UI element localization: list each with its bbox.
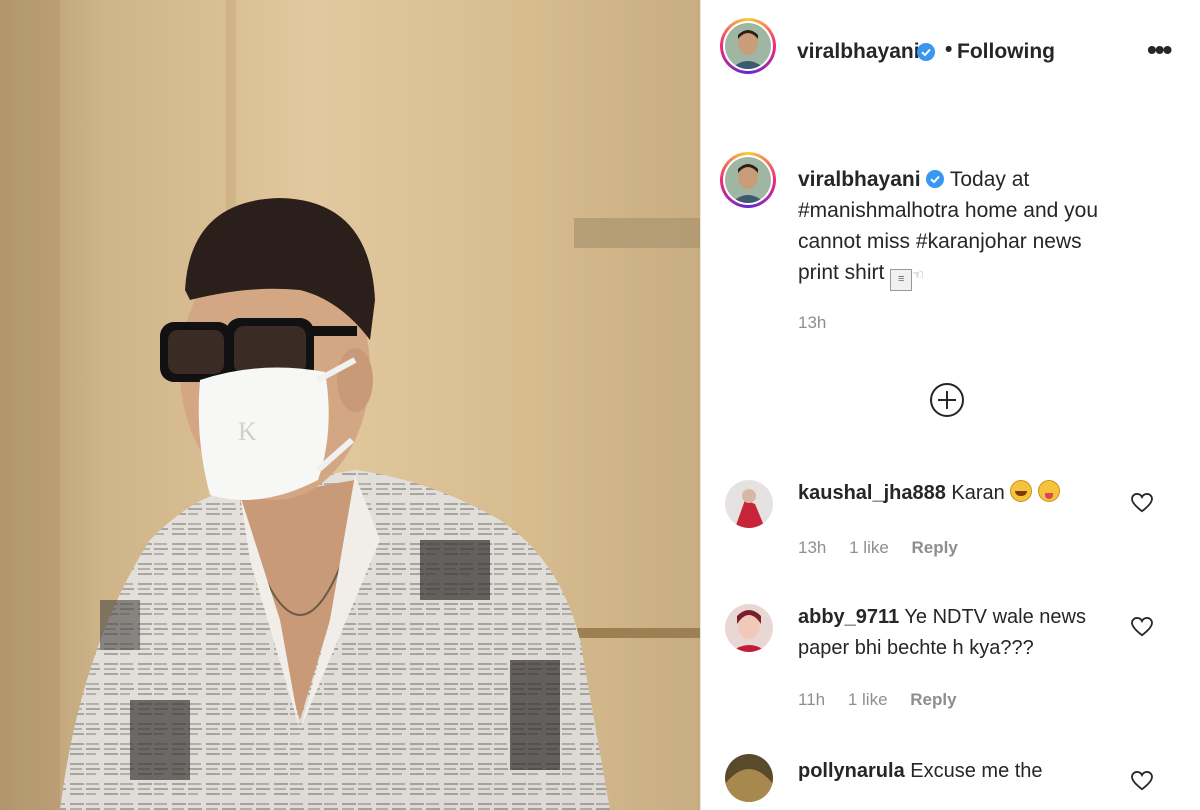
like-heart-icon[interactable] xyxy=(1131,493,1153,513)
author-avatar[interactable] xyxy=(720,18,776,74)
comment-item: abby_9711 Ye NDTV wale news paper bhi be… xyxy=(701,600,1200,720)
plus-circle-icon xyxy=(930,383,964,417)
commenter-username[interactable]: kaushal_jha888 xyxy=(798,482,946,504)
load-more-comments-button[interactable] xyxy=(929,382,965,423)
commenter-avatar[interactable] xyxy=(725,604,773,652)
verified-badge-icon xyxy=(917,43,935,61)
author-username[interactable]: viralbhayani xyxy=(797,40,920,64)
commenter-avatar[interactable] xyxy=(725,480,773,528)
comment-item: kaushal_jha888 Karan 13h 1 like Reply xyxy=(701,476,1200,576)
comment-timestamp: 11h xyxy=(798,690,826,709)
newspaper-emoji-icon: ≡ xyxy=(890,269,913,291)
reply-button[interactable]: Reply xyxy=(912,538,958,557)
separator-dot: • xyxy=(945,38,953,61)
post-caption: viralbhayani Today at #manishmalhotra ho… xyxy=(798,164,1128,291)
commenter-username[interactable]: abby_9711 xyxy=(798,606,899,628)
comment-text: abby_9711 Ye NDTV wale news paper bhi be… xyxy=(798,606,1086,659)
like-heart-icon[interactable] xyxy=(1131,771,1153,791)
comment-text: pollynarula Excuse me the xyxy=(798,760,1043,782)
pointing-hand-emoji-icon: ☜ xyxy=(912,267,924,282)
comment-meta: 11h 1 like Reply xyxy=(798,690,975,710)
svg-text:K: K xyxy=(238,417,257,446)
post-side-panel: viralbhayani • Following ••• viralbhayan… xyxy=(700,0,1200,810)
reply-button[interactable]: Reply xyxy=(910,690,956,709)
post-photo-illustration: K xyxy=(0,0,700,810)
instagram-post-view: K viralbhayani • Following ••• viralbhay… xyxy=(0,0,1200,810)
commenter-username[interactable]: pollynarula xyxy=(798,760,905,782)
more-options-icon[interactable]: ••• xyxy=(1147,34,1172,66)
commenter-avatar[interactable] xyxy=(725,754,773,802)
caption-author-avatar[interactable] xyxy=(720,152,776,208)
post-photo[interactable]: K xyxy=(0,0,700,810)
verified-badge-icon xyxy=(926,170,945,188)
comment-like-count[interactable]: 1 like xyxy=(848,690,888,709)
caption-timestamp: 13h xyxy=(798,313,827,332)
caption-text: Today at xyxy=(944,168,1030,191)
tongue-out-emoji-icon xyxy=(1037,480,1060,502)
comment-like-count[interactable]: 1 like xyxy=(849,538,889,557)
like-heart-icon[interactable] xyxy=(1131,617,1153,637)
hashtag-link[interactable]: #karanjohar xyxy=(916,230,1027,253)
comment-timestamp: 13h xyxy=(798,538,827,557)
hashtag-link[interactable]: #manishmalhotra xyxy=(798,199,959,222)
caption-username[interactable]: viralbhayani xyxy=(798,168,921,191)
following-button[interactable]: Following xyxy=(957,40,1055,64)
comment-text: kaushal_jha888 Karan xyxy=(798,478,1108,509)
laughing-emoji-icon xyxy=(1010,480,1033,502)
post-header: viralbhayani • Following ••• xyxy=(701,0,1200,110)
comment-meta: 13h 1 like Reply xyxy=(798,538,976,558)
comment-item: pollynarula Excuse me the xyxy=(701,754,1200,810)
